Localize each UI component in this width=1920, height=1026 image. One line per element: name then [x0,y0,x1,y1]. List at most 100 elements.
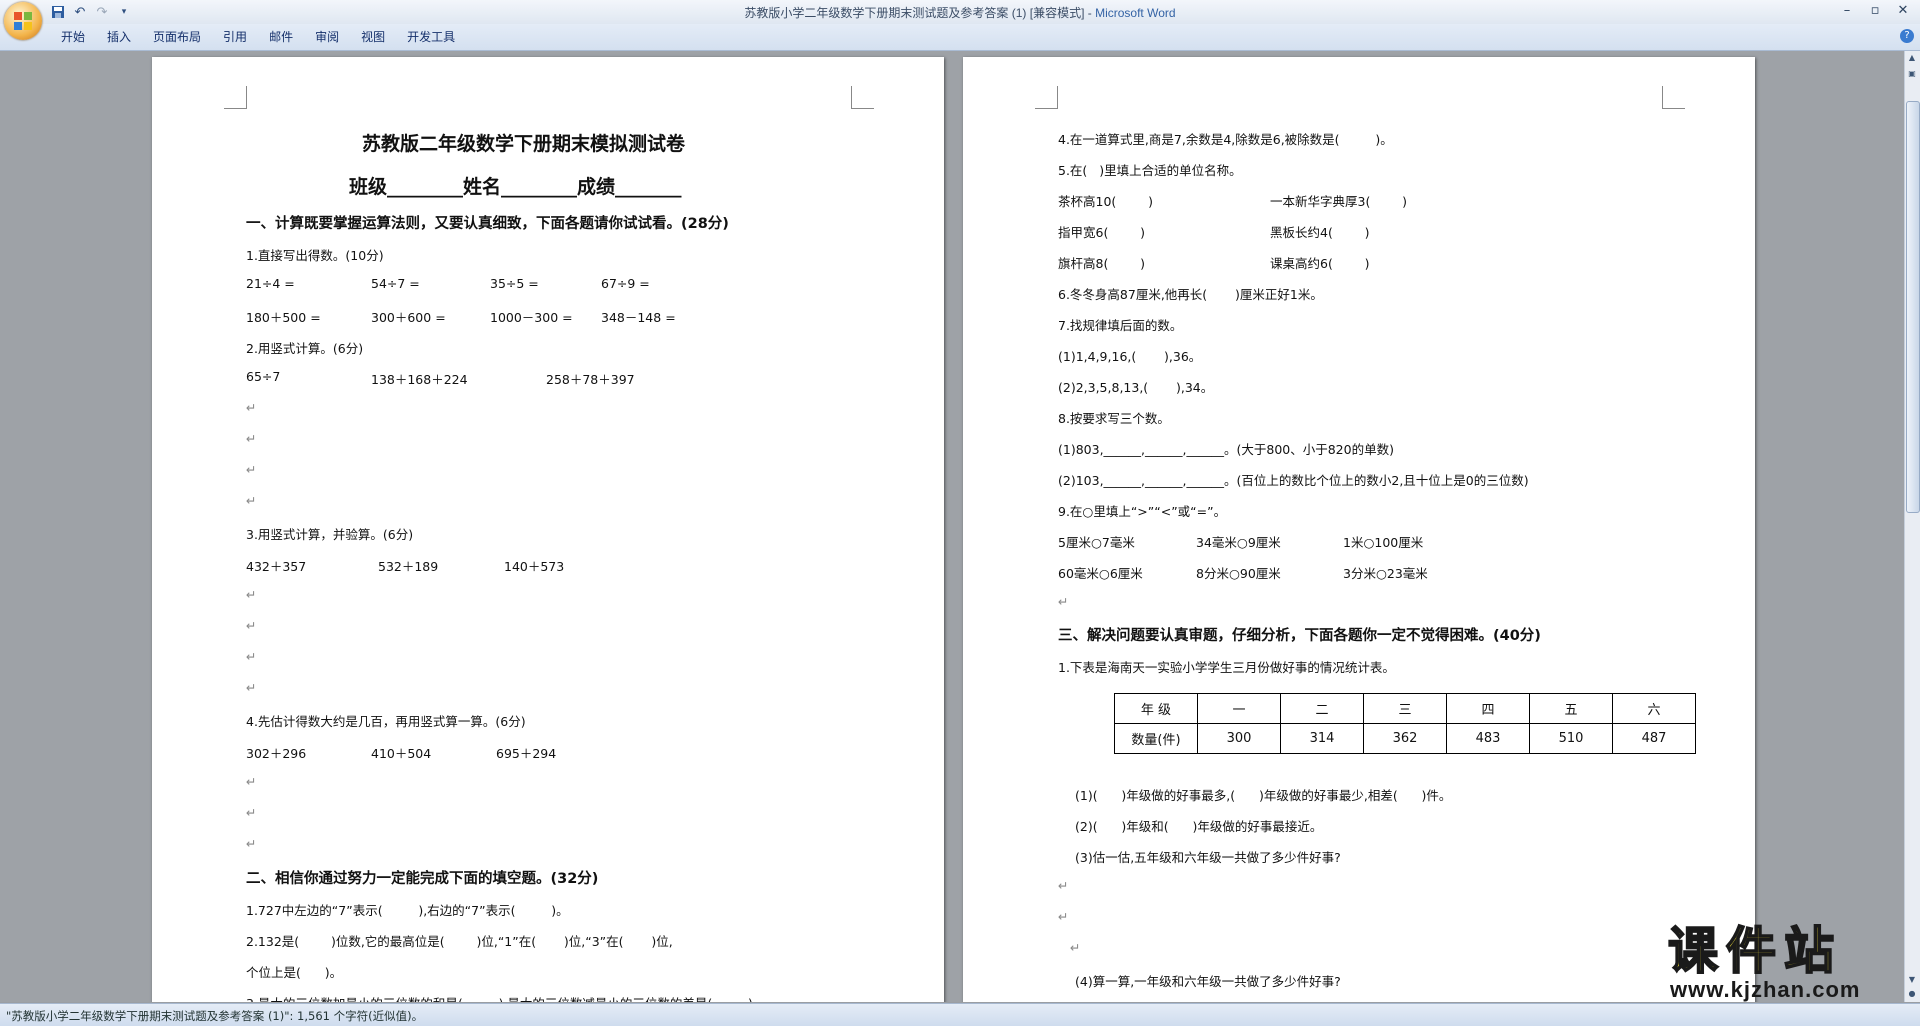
exam-title: 苏教版二年级数学下册期末模拟测试卷 [362,133,686,155]
calc-item: 54÷7 = [371,276,420,291]
paragraph-mark: ↵ [1058,878,1069,893]
table-cell: 300 [1197,723,1281,754]
table-header-cell: 五 [1529,693,1613,724]
paragraph-mark: ↵ [1070,940,1081,955]
browse-object-icon[interactable]: ● [1906,987,1918,1001]
fill-question-3: 3.最大的三位数加最小的三位数的和是( ),最大的三位数减最小的三位数的差是( … [246,993,753,1002]
fill-question-6: 6.冬冬身高87厘米,他再长( )厘米正好1米。 [1058,287,1323,302]
paragraph-mark: ↵ [246,431,257,446]
fill-question-2: 2.132是( )位数,它的最高位是( )位,“1”在( )位,“3”在( )位… [246,934,673,949]
unit-item: 课桌高约6( ) [1270,256,1370,271]
paragraph-mark: ↵ [246,587,257,602]
question-3: 3.用竖式计算，并验算。(6分) [246,527,414,542]
calc-item: 180＋500 = [246,310,321,325]
watermark-logo: 课件站 www.kjzhan.com [1667,922,1900,1003]
table-cell: 487 [1612,723,1696,754]
paragraph-mark: ↵ [246,680,257,695]
paragraph-mark: ↵ [246,400,257,415]
table-header-cell: 年 级 [1114,693,1198,724]
paragraph-mark: ↵ [246,462,257,477]
calc-item: 432＋357 [246,559,307,574]
maximize-button[interactable]: ▫ [1862,2,1888,20]
compare-item: 60毫米○6厘米 [1058,566,1143,581]
calc-item: 300＋600 = [371,310,446,325]
scroll-up-icon[interactable]: ▲ [1906,51,1918,65]
fill-question-7b: (2)2,3,5,8,13,( ),34。 [1058,380,1214,395]
calc-item: 140＋573 [504,559,565,574]
problem-1: 1.下表是海南天一实验小学学生三月份做好事的情况统计表。 [1058,660,1395,675]
table-cell: 483 [1446,723,1530,754]
table-cell: 314 [1280,723,1364,754]
paragraph-mark: ↵ [1058,594,1069,609]
ribbon-tab-bar: 开始 插入 页面布局 引用 邮件 审阅 视图 开发工具 ? [0,24,1920,51]
document-title: 苏教版小学二年级数学下册期末测试题及参考答案 (1) [兼容模式] - [744,6,1096,20]
table-row: 数量(件) 300 314 362 483 510 487 [1114,723,1696,754]
calc-item: 258＋78＋397 [546,372,635,387]
help-icon[interactable]: ? [1900,29,1914,43]
calc-item: 21÷4 = [246,276,295,291]
stats-table: 年 级 一 二 三 四 五 六 数量(件) 300 314 362 483 51… [1114,693,1696,754]
paragraph-mark: ↵ [246,649,257,664]
compare-item: 1米○100厘米 [1343,535,1424,550]
calc-item: 695＋294 [496,746,557,761]
fill-question-8a: (1)803,______,______,______。(大于800、小于820… [1058,442,1394,457]
tab-references[interactable]: 引用 [212,29,258,45]
status-text: "苏教版小学二年级数学下册期末测试题及参考答案 (1)": 1,561 个字符(… [6,1009,424,1023]
tab-insert[interactable]: 插入 [96,29,142,45]
margin-corner-mark [1662,86,1685,109]
document-page-left[interactable]: 苏教版二年级数学下册期末模拟测试卷 班级________姓名________成绩… [152,57,944,1002]
tab-developer[interactable]: 开发工具 [396,29,466,45]
problem-1c: (3)估一估,五年级和六年级一共做了多少件好事? [1075,850,1341,865]
paragraph-mark: ↵ [246,805,257,820]
problem-1b: (2)( )年级和( )年级做的好事最接近。 [1075,819,1323,834]
calc-item: 1000－300 = [490,310,573,325]
fill-question-7a: (1)1,4,9,16,( ),36。 [1058,349,1202,364]
vertical-scrollbar[interactable]: ▲ ▣ ▼ ● [1904,51,1920,1002]
margin-corner-mark [1035,86,1058,109]
student-info-line: 班级________姓名________成绩_______ [349,176,682,198]
table-row: 年 级 一 二 三 四 五 六 [1114,693,1696,724]
table-header-cell: 一 [1197,693,1281,724]
table-header-cell: 三 [1363,693,1447,724]
office-logo-icon [14,12,32,30]
tab-page-layout[interactable]: 页面布局 [142,29,212,45]
unit-item: 旗杆高8( ) [1058,256,1145,271]
calc-item: 410＋504 [371,746,432,761]
fill-question-1: 1.727中左边的“7”表示( ),右边的“7”表示( )。 [246,903,569,918]
office-button[interactable] [4,2,42,40]
section-heading-1: 一、计算既要掌握运算法则，又要认真细致，下面各题请你试试看。(28分) [246,216,729,232]
minimize-button[interactable]: – [1834,2,1860,20]
watermark-url: www.kjzhan.com [1670,977,1861,1002]
margin-corner-mark [851,86,874,109]
calc-item: 65÷7 [246,369,281,384]
document-page-right[interactable]: 4.在一道算式里,商是7,余数是4,除数是6,被除数是( )。 5.在( )里填… [963,57,1755,1002]
document-workspace: 苏教版二年级数学下册期末模拟测试卷 班级________姓名________成绩… [0,51,1905,1002]
table-cell: 362 [1363,723,1447,754]
paragraph-mark: ↵ [1058,909,1069,924]
problem-1a: (1)( )年级做的好事最多,( )年级做的好事最少,相差( )件。 [1075,788,1452,803]
margin-corner-mark [224,86,247,109]
tab-home[interactable]: 开始 [50,29,96,45]
unit-item: 一本新华字典厚3( ) [1270,194,1407,209]
tab-review[interactable]: 审阅 [304,29,350,45]
tab-mailings[interactable]: 邮件 [258,29,304,45]
calc-item: 35÷5 = [490,276,539,291]
calc-item: 532＋189 [378,559,439,574]
scroll-down-icon[interactable]: ▼ [1906,973,1918,987]
table-cell: 数量(件) [1114,723,1198,754]
table-header-cell: 二 [1280,693,1364,724]
fill-question-8: 8.按要求写三个数。 [1058,411,1170,426]
tab-view[interactable]: 视图 [350,29,396,45]
window-controls: – ▫ ✕ [1834,2,1916,20]
table-cell: 510 [1529,723,1613,754]
watermark-text: 课件站 [1667,922,1842,980]
window-title: 苏教版小学二年级数学下册期末测试题及参考答案 (1) [兼容模式] - Micr… [0,4,1920,21]
question-4: 4.先估计得数大约是几百，再用竖式算一算。(6分) [246,714,526,729]
close-button[interactable]: ✕ [1890,2,1916,20]
ruler-toggle-icon[interactable]: ▣ [1906,67,1918,81]
problem-1d: (4)算一算,一年级和六年级一共做了多少件好事? [1075,974,1341,989]
fill-question-4: 4.在一道算式里,商是7,余数是4,除数是6,被除数是( )。 [1058,132,1393,147]
scroll-thumb[interactable] [1906,101,1920,513]
paragraph-mark: ↵ [246,493,257,508]
calc-item: 302＋296 [246,746,307,761]
